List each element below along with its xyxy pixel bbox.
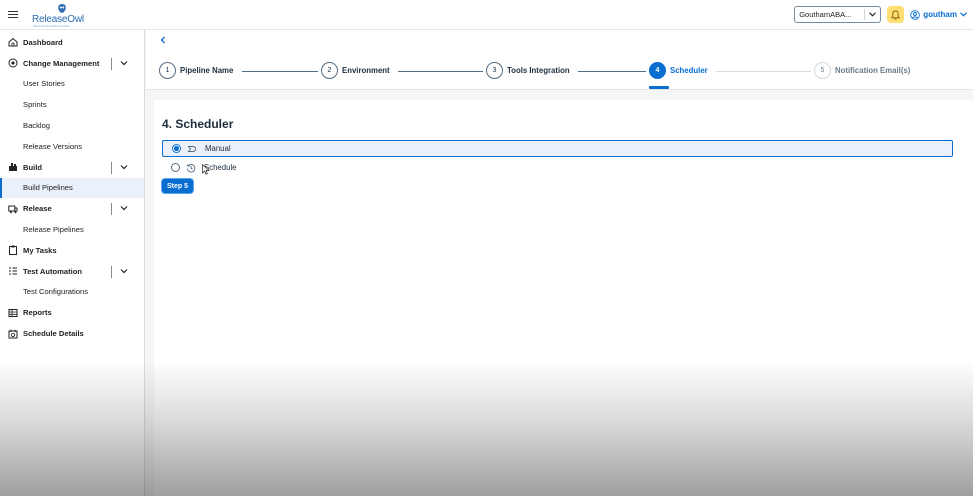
step-label: Environment bbox=[342, 66, 390, 75]
sidebar-item-test-automation[interactable]: Test Automation bbox=[0, 261, 144, 282]
wizard-step-1[interactable]: 1 Pipeline Name bbox=[159, 62, 233, 79]
sidebar-item-user-stories[interactable]: User Stories bbox=[0, 74, 144, 95]
user-menu[interactable]: goutham bbox=[910, 9, 967, 20]
sidebar-item-build-pipelines[interactable]: Build Pipelines bbox=[0, 177, 144, 199]
sidebar: Dashboard Change Management User Stories… bbox=[0, 30, 145, 496]
sidebar-item-dashboard[interactable]: Dashboard bbox=[0, 32, 144, 53]
sidebar-item-change-management[interactable]: Change Management bbox=[0, 53, 144, 74]
step-number: 2 bbox=[321, 62, 338, 79]
app-header: ReleaseOwl Native DevOps Platform for SA… bbox=[0, 0, 973, 30]
chevron-down-icon[interactable] bbox=[120, 204, 128, 212]
active-step-indicator bbox=[649, 86, 669, 89]
option-schedule[interactable]: Schedule bbox=[162, 159, 953, 176]
step-label: Notification Email(s) bbox=[835, 66, 911, 75]
step-number: 3 bbox=[486, 62, 503, 79]
chevron-down-icon bbox=[960, 12, 967, 17]
release-icon bbox=[8, 205, 18, 213]
mouse-cursor-icon bbox=[202, 164, 210, 175]
step-connector bbox=[578, 70, 646, 72]
option-label: Manual bbox=[205, 144, 231, 153]
step-connector bbox=[242, 70, 318, 72]
step-number: 4 bbox=[649, 62, 666, 79]
home-icon bbox=[8, 38, 18, 47]
sidebar-item-backlog[interactable]: Backlog bbox=[0, 115, 144, 136]
radio-schedule[interactable] bbox=[171, 163, 180, 172]
tenant-value: GouthamABA... bbox=[799, 10, 852, 19]
logo-tagline: Native DevOps Platform for SAP bbox=[33, 24, 70, 28]
logo-name: ReleaseOwl bbox=[32, 13, 84, 25]
step-label: Tools Integration bbox=[507, 66, 570, 75]
step-connector bbox=[716, 70, 811, 72]
manual-icon bbox=[187, 145, 196, 152]
wizard-step-5[interactable]: 5 Notification Email(s) bbox=[814, 62, 910, 79]
tenant-select[interactable]: GouthamABA... bbox=[794, 6, 882, 23]
option-manual[interactable]: Manual bbox=[162, 140, 953, 157]
chevron-down-icon[interactable] bbox=[120, 163, 128, 171]
sidebar-item-reports[interactable]: Reports bbox=[0, 302, 144, 323]
step-label: Scheduler bbox=[670, 66, 708, 75]
user-name: goutham bbox=[923, 10, 957, 19]
sidebar-item-release-versions[interactable]: Release Versions bbox=[0, 136, 144, 157]
schedule-icon bbox=[8, 329, 18, 339]
sidebar-item-release[interactable]: Release bbox=[0, 198, 144, 219]
tasks-icon bbox=[9, 245, 17, 256]
page-title: 4. Scheduler bbox=[162, 117, 234, 131]
wizard-progress-bar: 1 Pipeline Name 2 Environment 3 Tools In… bbox=[146, 30, 973, 90]
sidebar-item-test-configurations[interactable]: Test Configurations bbox=[0, 282, 144, 303]
sidebar-item-build[interactable]: Build bbox=[0, 157, 144, 178]
history-icon bbox=[186, 163, 196, 172]
sidebar-item-release-pipelines[interactable]: Release Pipelines bbox=[0, 219, 144, 240]
wizard-step-4[interactable]: 4 Scheduler bbox=[649, 62, 708, 79]
bell-icon bbox=[891, 10, 901, 20]
build-icon bbox=[9, 163, 17, 172]
chevron-down-icon bbox=[869, 12, 877, 17]
change-icon bbox=[8, 58, 18, 68]
test-icon bbox=[9, 267, 17, 275]
owl-logo-icon bbox=[58, 3, 66, 13]
reports-icon bbox=[8, 308, 18, 317]
step-number: 1 bbox=[159, 62, 176, 79]
main-area: 1 Pipeline Name 2 Environment 3 Tools In… bbox=[146, 30, 973, 496]
menu-icon[interactable] bbox=[8, 10, 18, 19]
release-owl-logo[interactable]: ReleaseOwl Native DevOps Platform for SA… bbox=[32, 3, 92, 28]
step-number: 5 bbox=[814, 62, 831, 79]
step-5-button[interactable]: Step 5 bbox=[162, 179, 194, 193]
sidebar-item-my-tasks[interactable]: My Tasks bbox=[0, 240, 144, 261]
notifications-button[interactable] bbox=[887, 6, 905, 23]
user-avatar-icon bbox=[910, 9, 920, 20]
wizard-step-3[interactable]: 3 Tools Integration bbox=[486, 62, 570, 79]
scheduler-panel: 4. Scheduler Manual Schedule Step 5 bbox=[154, 100, 973, 496]
step-connector bbox=[398, 70, 483, 72]
wizard-step-2[interactable]: 2 Environment bbox=[321, 62, 390, 79]
chevron-down-icon[interactable] bbox=[120, 267, 128, 275]
radio-manual[interactable] bbox=[172, 144, 181, 153]
sidebar-item-schedule-details[interactable]: Schedule Details bbox=[0, 323, 144, 344]
back-arrow-icon[interactable] bbox=[159, 36, 167, 44]
step-label: Pipeline Name bbox=[180, 66, 234, 75]
sidebar-item-sprints[interactable]: Sprints bbox=[0, 94, 144, 115]
chevron-down-icon[interactable] bbox=[120, 59, 128, 67]
